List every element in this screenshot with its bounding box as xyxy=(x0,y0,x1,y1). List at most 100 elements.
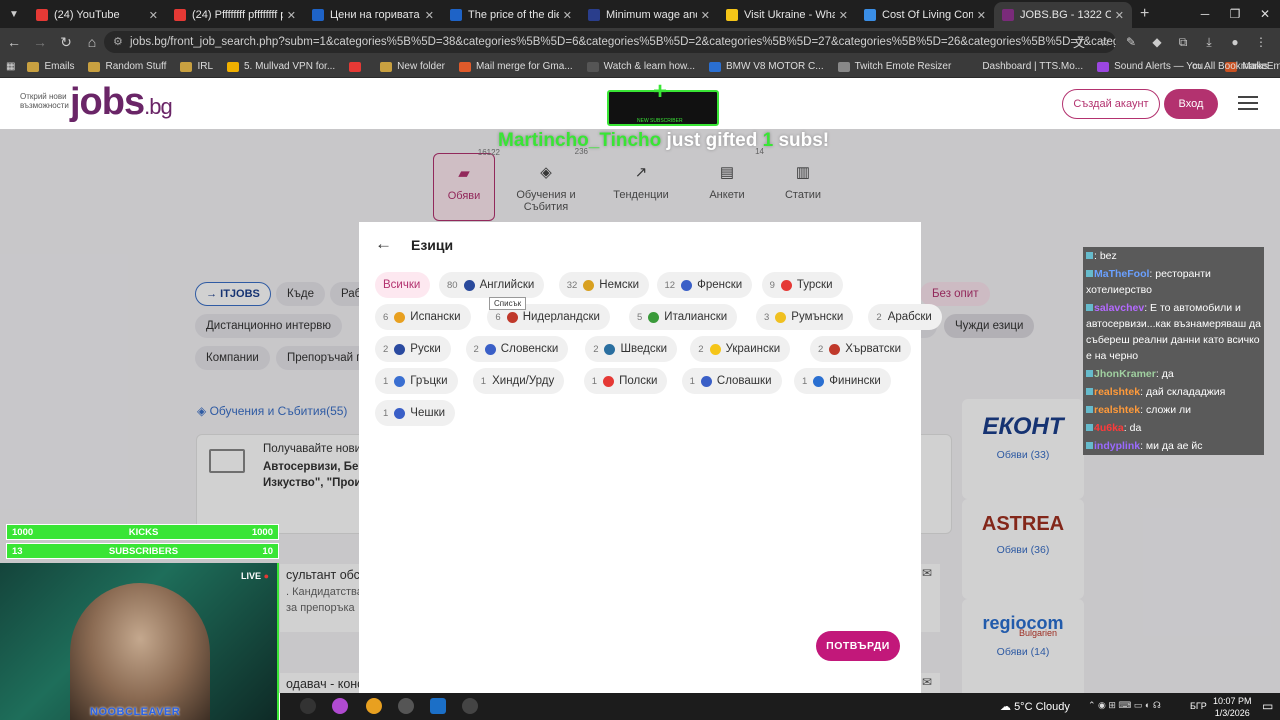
language-chip[interactable]: 2 Украински xyxy=(690,336,791,362)
hamburger-menu-icon[interactable] xyxy=(1238,96,1258,114)
browser-tab[interactable]: (24) YouTube ✕ xyxy=(28,2,166,28)
flag-icon xyxy=(604,343,616,355)
chrome-icon[interactable] xyxy=(366,698,382,714)
all-bookmarks[interactable]: ▭ All Bookmarks xyxy=(1192,61,1268,72)
bookmark-star-icon[interactable]: ☆ xyxy=(1092,30,1118,54)
home-icon[interactable]: ⌂ xyxy=(80,30,104,54)
bookmarks-bar: ▦ Emails Random Stuff IRL 5. Mullvad VPN fo… xyxy=(0,56,1280,78)
tab-close-icon[interactable]: ✕ xyxy=(563,9,572,22)
extensions-icon[interactable]: ⧉ xyxy=(1170,30,1196,54)
language-chip[interactable]: 1 Словашки xyxy=(681,368,782,394)
url-field[interactable]: ⚙ jobs.bg/front_job_search.php?subm=1&ca… xyxy=(104,31,1116,53)
browser-tab[interactable]: The price of the diesel du ✕ xyxy=(442,2,580,28)
language-chip[interactable]: 2 Арабски xyxy=(868,304,942,330)
notifications-icon[interactable]: ▭ xyxy=(1262,699,1273,713)
language-count: 3 xyxy=(764,311,770,323)
site-info-icon[interactable]: ⚙ xyxy=(113,35,123,48)
bookmark-item[interactable]: Watch & learn how... xyxy=(586,61,695,72)
browser-tab[interactable]: Minimum wage and minim ✕ xyxy=(580,2,718,28)
weather-widget[interactable]: ☁ 5°C Cloudy xyxy=(1000,700,1070,713)
chat-badge-icon xyxy=(1086,424,1093,431)
back-arrow-icon[interactable]: ← xyxy=(375,234,392,254)
clock[interactable]: 10:07 PM 1/3/2026 xyxy=(1213,695,1252,719)
app-2-icon[interactable] xyxy=(462,698,478,714)
language-label: Руски xyxy=(410,343,441,355)
tab-close-icon[interactable]: ✕ xyxy=(287,9,296,22)
language-label: Полски xyxy=(619,375,658,387)
create-account-button[interactable]: Създай акаунт xyxy=(1062,89,1160,119)
confirm-button[interactable]: ПОТВЪРДИ xyxy=(816,631,900,661)
language-chip-all[interactable]: Всички xyxy=(375,272,431,298)
bookmark-item[interactable]: IRL xyxy=(180,61,213,72)
language-chip[interactable]: 2 Хърватски xyxy=(810,336,912,362)
browser-tab[interactable]: Цени на горивата в Бълг ✕ xyxy=(304,2,442,28)
language-chip[interactable]: 5 Италиански xyxy=(629,304,738,330)
bookmark-item[interactable]: Mail merge for Gma... xyxy=(458,61,573,72)
bookmark-item[interactable]: 5. Mullvad VPN for... xyxy=(227,61,335,72)
live-label: LIVE xyxy=(241,571,262,581)
language-chip[interactable]: 80 Английски xyxy=(439,272,545,298)
language-label: Испански xyxy=(410,311,461,323)
jobs-logo[interactable]: jobs.bg xyxy=(70,81,173,124)
browser-tab[interactable]: JOBS.BG - 1322 Обяви за ✕ xyxy=(994,2,1132,28)
tab-close-icon[interactable]: ✕ xyxy=(1115,9,1124,22)
tab-strip: (24) YouTube✕(24) Pffffffff pffffffff pf… xyxy=(28,0,1132,28)
bookmark-item[interactable]: New folder xyxy=(380,61,445,72)
translate-icon[interactable]: 文 xyxy=(1066,30,1092,54)
language-chip[interactable]: 12 Френски xyxy=(656,272,753,298)
language-chip[interactable]: 2 Словенски xyxy=(465,336,569,362)
bookmark-item[interactable]: Twitch Emote Resizer xyxy=(837,61,951,72)
profile-icon[interactable]: ● xyxy=(1222,30,1248,54)
bookmark-item[interactable] xyxy=(349,61,366,72)
login-button[interactable]: Вход xyxy=(1164,89,1218,119)
obs-studio-icon[interactable] xyxy=(398,698,414,714)
bookmark-item[interactable]: BMW V8 MOTOR C... xyxy=(709,61,824,72)
bookmark-item[interactable]: Dashboard | TTS.Mo... xyxy=(965,61,1083,72)
language-chip[interactable]: 6 Испански xyxy=(375,304,471,330)
bookmark-item[interactable]: Emails xyxy=(27,61,74,72)
language-chip[interactable]: 32 Немски xyxy=(558,272,650,298)
bookmark-icon xyxy=(380,61,393,72)
bookmark-icon xyxy=(586,61,599,72)
language-chip[interactable]: 2 Руски xyxy=(375,336,451,362)
tab-search-icon[interactable]: ▼ xyxy=(0,0,28,28)
minimize-icon[interactable]: ─ xyxy=(1190,0,1220,28)
language-chip[interactable]: 2 Шведски xyxy=(585,336,678,362)
tab-close-icon[interactable]: ✕ xyxy=(839,9,848,22)
download-icon[interactable]: ⤓ xyxy=(1196,30,1222,54)
tab-close-icon[interactable]: ✕ xyxy=(149,9,158,22)
flag-icon xyxy=(829,343,841,355)
extension-icon[interactable]: ✎ xyxy=(1118,30,1144,54)
system-tray[interactable]: ⌃ ◉ ⊞ ⌨ ▭ ◐ ☊ xyxy=(1088,700,1161,711)
app-icon[interactable] xyxy=(332,698,348,714)
back-icon[interactable]: ← xyxy=(2,30,26,54)
reload-icon[interactable]: ↻ xyxy=(54,30,78,54)
language-chip[interactable]: 1 Полски xyxy=(583,368,668,394)
tab-close-icon[interactable]: ✕ xyxy=(977,9,986,22)
language-chip[interactable]: 3 Румънски xyxy=(756,304,854,330)
close-window-icon[interactable]: ✕ xyxy=(1250,0,1280,28)
tab-close-icon[interactable]: ✕ xyxy=(701,9,710,22)
language-chip[interactable]: 1 Чешки xyxy=(375,400,456,426)
tab-title: Cost Of Living Compariso xyxy=(882,9,973,21)
language-chip[interactable]: 1 Хинди/Урду xyxy=(472,368,565,394)
apps-grid-icon[interactable]: ▦ xyxy=(6,61,15,72)
tab-close-icon[interactable]: ✕ xyxy=(425,9,434,22)
steam-icon[interactable] xyxy=(430,698,446,714)
language-chip[interactable]: 1 Финински xyxy=(794,368,891,394)
all-bookmarks-label: All Bookmarks xyxy=(1204,61,1268,72)
streamer-name: NOOBCLEAVER xyxy=(90,706,181,718)
extension-2-icon[interactable]: ◆ xyxy=(1144,30,1170,54)
browser-tab[interactable]: Cost Of Living Compariso ✕ xyxy=(856,2,994,28)
input-language[interactable]: БГР xyxy=(1190,701,1207,711)
bookmark-item[interactable]: Random Stuff xyxy=(88,61,166,72)
language-chip[interactable]: 1 Гръцки xyxy=(375,368,458,394)
obs-icon[interactable] xyxy=(300,698,316,714)
menu-dots-icon[interactable]: ⋮ xyxy=(1248,30,1274,54)
maximize-icon[interactable]: ❐ xyxy=(1220,0,1250,28)
new-tab-icon[interactable]: + xyxy=(1140,5,1149,23)
browser-tab[interactable]: Visit Ukraine - What is the ✕ xyxy=(718,2,856,28)
language-chip[interactable]: 9 Турски xyxy=(761,272,843,298)
forward-icon[interactable]: → xyxy=(28,30,52,54)
browser-tab[interactable]: (24) Pffffffff pffffffff pfffff ✕ xyxy=(166,2,304,28)
